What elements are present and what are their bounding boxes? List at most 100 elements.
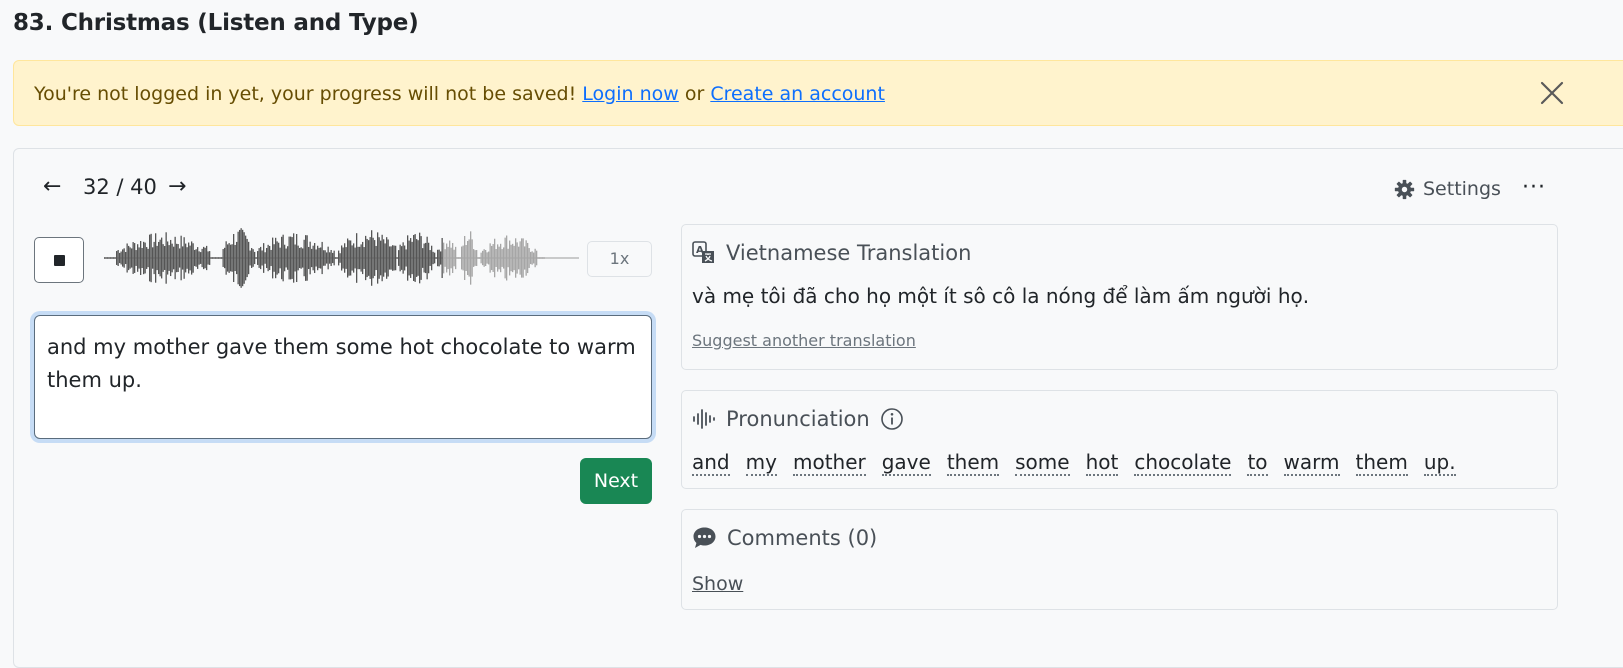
waveform-bar — [374, 240, 376, 276]
waveform-bar — [209, 251, 211, 265]
answer-input[interactable]: and my mother gave them some hot chocola… — [34, 315, 652, 439]
waveform-bar — [522, 238, 524, 278]
waveform-bar — [407, 235, 409, 281]
waveform-bar — [150, 233, 152, 283]
waveform-bar — [476, 250, 478, 266]
waveform-bar — [395, 245, 397, 271]
waveform-bar — [134, 243, 136, 273]
info-icon[interactable] — [880, 407, 904, 431]
waveform-bar — [518, 246, 520, 270]
waveform-bar — [141, 247, 143, 269]
waveform-bar — [453, 249, 455, 267]
waveform-bar — [333, 250, 335, 266]
waveform-bar — [249, 250, 251, 266]
pronunciation-word[interactable]: my — [745, 450, 777, 476]
waveform-bar — [339, 253, 341, 263]
waveform-bar — [194, 249, 196, 267]
waveform-bar — [416, 239, 418, 277]
waveform-bar — [297, 245, 299, 271]
waveform-bar — [192, 243, 194, 273]
waveform-bar — [396, 257, 398, 259]
waveform-bar — [480, 252, 482, 264]
waveform-bar — [203, 246, 205, 270]
waveform-bar — [423, 243, 425, 273]
more-options-icon[interactable]: ··· — [1522, 177, 1546, 199]
settings-button[interactable]: Settings — [1394, 178, 1501, 200]
login-alert: You're not logged in yet, your progress … — [13, 60, 1623, 126]
create-account-link[interactable]: Create an account — [710, 83, 885, 105]
waveform-bar — [537, 257, 539, 259]
waveform-bar — [260, 246, 262, 270]
waveform-bar — [435, 257, 437, 259]
pronunciation-word[interactable]: them — [1355, 450, 1408, 476]
waveform-bar — [312, 245, 314, 271]
waveform-bar — [471, 239, 473, 277]
waveform-bar — [365, 235, 367, 281]
pronunciation-word[interactable]: hot — [1085, 450, 1119, 476]
waveform-bar — [198, 251, 200, 265]
waveform-bar — [234, 244, 236, 272]
waveform-bar — [140, 240, 142, 276]
waveform-bar — [492, 244, 494, 272]
pronunciation-word[interactable]: up. — [1423, 450, 1456, 476]
next-button[interactable]: Next — [580, 458, 652, 504]
stop-button[interactable] — [34, 237, 84, 283]
waveform-bar — [167, 241, 169, 275]
waveform-bar — [215, 257, 217, 259]
waveform-bar — [168, 245, 170, 271]
playback-speed-button[interactable]: 1x — [587, 241, 652, 277]
waveform-bar — [180, 235, 182, 281]
audio-waveform[interactable] — [104, 222, 579, 294]
waveform-bar — [485, 250, 487, 266]
waveform-bar — [491, 245, 493, 271]
waveform-bar — [263, 243, 265, 273]
waveform-bar — [129, 247, 131, 269]
translation-text: và mẹ tôi đã cho họ một ít sô cô la nóng… — [692, 284, 1310, 308]
waveform-bar — [440, 251, 442, 265]
waveform-bar — [428, 242, 430, 274]
waveform-bar — [165, 232, 167, 284]
comments-header: Comments (0) — [692, 526, 877, 550]
show-comments-link[interactable]: Show — [692, 573, 743, 595]
waveform-bar — [354, 247, 356, 269]
suggest-translation-link[interactable]: Suggest another translation — [692, 331, 916, 350]
waveform-bar — [296, 233, 298, 283]
waveform-bar — [270, 249, 272, 267]
waveform-bar — [351, 245, 353, 271]
next-sentence-button[interactable]: → — [168, 174, 186, 199]
prev-sentence-button[interactable]: ← — [43, 174, 61, 199]
waveform-bar — [489, 243, 491, 273]
waveform-bar — [456, 257, 458, 259]
waveform-bar — [438, 249, 440, 267]
waveform-bar — [411, 241, 413, 275]
waveform-bar — [288, 236, 290, 280]
pronunciation-word[interactable]: warm — [1283, 450, 1340, 476]
waveform-bar — [426, 236, 428, 280]
waveform-bar — [413, 235, 415, 281]
waveform-bar — [458, 257, 460, 259]
pronunciation-word[interactable]: gave — [881, 450, 931, 476]
waveform-bar — [383, 239, 385, 277]
waveform-bar — [185, 243, 187, 273]
waveform-bar — [182, 246, 184, 270]
close-icon[interactable] — [1538, 79, 1566, 107]
waveform-bar — [527, 242, 529, 274]
waveform-bar — [500, 243, 502, 273]
pronunciation-word[interactable]: and — [692, 450, 730, 476]
waveform-bar — [291, 237, 293, 279]
translation-title: Vietnamese Translation — [726, 241, 972, 265]
waveform-bar — [401, 246, 403, 270]
waveform-bar — [161, 237, 163, 279]
waveform-bar — [126, 243, 128, 273]
sentence-counter: 32 / 40 — [83, 175, 157, 199]
waveform-bar — [314, 242, 316, 274]
pronunciation-word[interactable]: mother — [792, 450, 866, 476]
pronunciation-word[interactable]: them — [946, 450, 1000, 476]
login-link[interactable]: Login now — [582, 83, 679, 105]
pronunciation-word[interactable]: to — [1247, 450, 1268, 476]
pronunciation-word[interactable]: some — [1015, 450, 1070, 476]
waveform-bar — [495, 249, 497, 267]
waveform-bar — [369, 237, 371, 279]
pronunciation-word[interactable]: chocolate — [1134, 450, 1232, 476]
waveform-bar — [486, 252, 488, 264]
